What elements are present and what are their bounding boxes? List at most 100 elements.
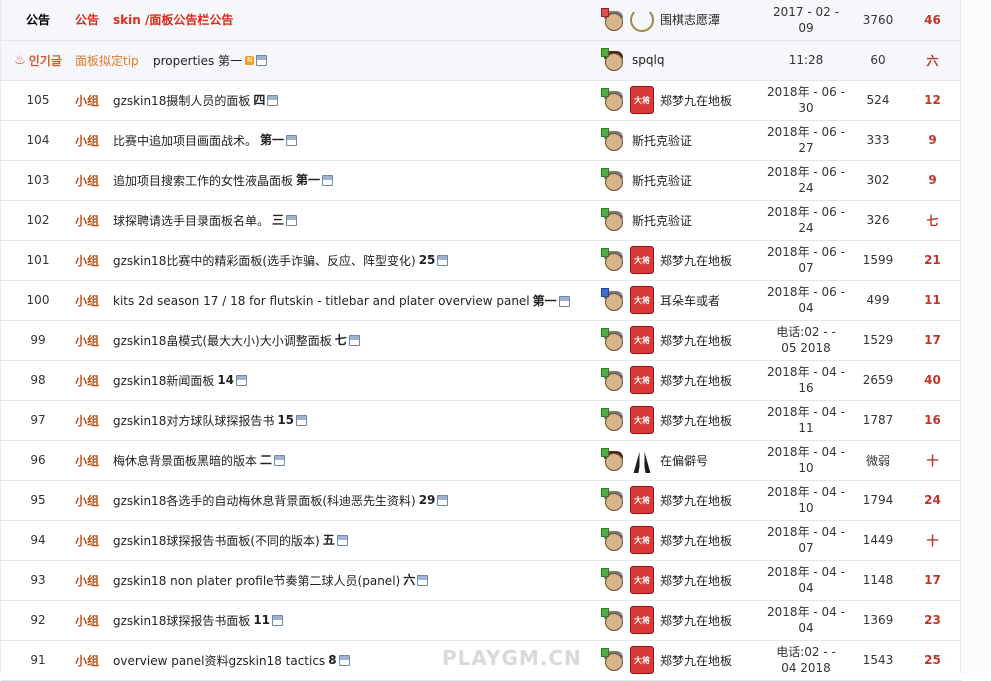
post-date-line2: 07 xyxy=(798,541,814,555)
post-title-link[interactable]: gzskin18对方球队球探报告书 xyxy=(113,412,274,429)
post-title-link[interactable]: kits 2d season 17 / 18 for flutskin - ti… xyxy=(113,294,530,308)
post-reply-count: 8 xyxy=(328,652,337,667)
comment-count: 17 xyxy=(924,333,941,347)
hot-title-link[interactable]: properties 第一 xyxy=(153,52,242,69)
post-row[interactable]: 94 小组 gzskin18球探报告书面板(不同的版本) 五 大将 郑梦九在地板 2018年… xyxy=(1,520,961,560)
post-number: 102 xyxy=(26,213,50,227)
author-name[interactable]: 郑梦九在地板 xyxy=(660,332,732,349)
post-title-link[interactable]: gzskin18比赛中的精彩面板(选手诈骗、反应、阵型变化) xyxy=(113,252,416,269)
author-name[interactable]: 郑梦九在地板 xyxy=(660,492,732,509)
author-name[interactable]: 斯托克验证 xyxy=(632,212,692,229)
watermark: PLAYGM.CN xyxy=(442,646,582,670)
author-name[interactable]: 斯托克验证 xyxy=(632,132,692,149)
comment-count: 11 xyxy=(924,293,941,307)
post-row[interactable]: 98 小组 gzskin18新闻面板 14 大将 郑梦九在地板 2018年 - 04 - 16… xyxy=(1,360,961,400)
post-title-link[interactable]: overview panel资料gzskin18 tactics xyxy=(113,652,325,669)
rank-badge-icon: 大将 xyxy=(630,406,654,434)
author-name[interactable]: 在偏僻号 xyxy=(660,452,708,469)
rank-badge-icon: 大将 xyxy=(630,646,654,674)
post-row[interactable]: 92 小组 gzskin18球探报告书面板 11 大将 郑梦九在地板 2018年 - 04 … xyxy=(1,600,961,640)
view-count: 499 xyxy=(866,293,890,307)
level-avatar-icon xyxy=(601,48,626,72)
post-title-link[interactable]: gzskin18畠模式(最大大小)大小调整面板 xyxy=(113,332,332,349)
post-date: 2018年 - 04 - xyxy=(767,605,845,619)
post-title-link[interactable]: 追加项目搜索工作的女性液晶面板 xyxy=(113,172,293,189)
post-title-link[interactable]: 梅休息背景面板黑暗的版本 xyxy=(113,452,257,469)
post-category: 小组 xyxy=(75,413,100,428)
rank-badge-icon: 大将 xyxy=(630,606,654,634)
post-date: 电话:02 - - xyxy=(776,645,836,659)
post-category: 小组 xyxy=(75,653,100,668)
post-category: 小组 xyxy=(75,613,100,628)
post-reply-count: 二 xyxy=(260,453,273,467)
post-date-line2: 05 2018 xyxy=(781,341,831,355)
post-title-link[interactable]: gzskin18球探报告书面板 xyxy=(113,612,250,629)
view-count: 524 xyxy=(866,93,890,107)
post-reply-count: 第一 xyxy=(260,133,285,147)
view-count: 60 xyxy=(870,53,886,67)
post-row[interactable]: 104 小组 比赛中追加项目画面战术。 第一 斯托克验证 2018年 - 06 - 27 33… xyxy=(1,120,961,160)
author-name[interactable]: 郑梦九在地板 xyxy=(660,92,732,109)
file-icon xyxy=(338,654,350,666)
view-count: 1794 xyxy=(862,493,894,507)
post-row[interactable]: 105 小组 gzskin18摄制人员的面板四 大将 郑梦九在地板 2018年 - 06 … xyxy=(1,80,961,120)
post-title-link[interactable]: gzskin18各选手的自动梅休息背景面板(科迪恶先生资料) xyxy=(113,492,416,509)
author-name[interactable]: 耳朵车或者 xyxy=(660,292,720,309)
rank-badge-icon: 大将 xyxy=(630,566,654,594)
view-count: 微弱 xyxy=(865,453,890,468)
post-title-link[interactable]: 比赛中追加项目画面战术。 xyxy=(113,132,257,149)
level-avatar-icon xyxy=(601,7,626,32)
notice-category: 公告 xyxy=(75,13,100,28)
legs-avatar-icon xyxy=(633,447,651,473)
view-count: 2659 xyxy=(862,373,894,387)
author-name[interactable]: 郑梦九在地板 xyxy=(660,612,732,629)
post-number: 104 xyxy=(26,133,50,147)
comment-count: 21 xyxy=(924,253,941,267)
post-row[interactable]: 93 小组 gzskin18 non plater profile节奏第二球人员(p… xyxy=(1,560,961,600)
post-row[interactable]: 101 小组 gzskin18比赛中的精彩面板(选手诈骗、反应、阵型变化) 25 大将郑… xyxy=(1,240,961,280)
author-name[interactable]: 围棋志愿潭 xyxy=(660,11,720,28)
post-title-link[interactable]: gzskin18球探报告书面板(不同的版本) xyxy=(113,532,320,549)
notice-row[interactable]: 公告 公告 skin /面板公告栏公告 围棋志愿潭 2017 - 02 -09 … xyxy=(1,0,961,40)
post-date: 2018年 - 06 - xyxy=(767,245,845,259)
author-name[interactable]: 郑梦九在地板 xyxy=(660,372,732,389)
view-count: 1787 xyxy=(862,413,894,427)
scrollbar[interactable] xyxy=(960,0,991,673)
post-date-line2: 24 xyxy=(798,181,814,195)
post-row[interactable]: 97 小组 gzskin18对方球队球探报告书 15 大将 郑梦九在地板 2018年 - 0… xyxy=(1,400,961,440)
level-avatar-icon xyxy=(601,88,626,112)
level-avatar-icon xyxy=(601,328,626,352)
author-name[interactable]: 郑梦九在地板 xyxy=(660,252,732,269)
hot-row[interactable]: ♨ 인기글 面板拟定tip properties 第一 N spqlq 11:28 … xyxy=(1,40,961,80)
notice-title-link[interactable]: skin /面板公告栏公告 xyxy=(113,11,233,28)
post-title-link[interactable]: gzskin18摄制人员的面板 xyxy=(113,92,250,109)
post-title-link[interactable]: gzskin18 non plater profile节奏第二球人员(panel… xyxy=(113,572,400,589)
post-row[interactable]: 95 小组 gzskin18各选手的自动梅休息背景面板(科迪恶先生资料) 29 大将 郑梦… xyxy=(1,480,961,520)
level-avatar-icon xyxy=(601,248,626,272)
author-name[interactable]: 郑梦九在地板 xyxy=(660,652,732,669)
post-row[interactable]: 96 小组 梅休息背景面板黑暗的版本二 在偏僻号 2018年 - 04 - 10 微弱 十 xyxy=(1,440,961,480)
author-name[interactable]: 郑梦九在地板 xyxy=(660,572,732,589)
author-name[interactable]: 郑梦九在地板 xyxy=(660,532,732,549)
post-row[interactable]: 102 小组 球探聘请选手目录面板名单。三 斯托克验证 2018年 - 06 - 24 32… xyxy=(1,200,961,240)
post-reply-count: 六 xyxy=(403,573,416,587)
post-title-link[interactable]: gzskin18新闻面板 xyxy=(113,372,214,389)
post-row[interactable]: 103 小组 追加项目搜索工作的女性液晶面板 第一 斯托克验证 2018年 - 06 - 2… xyxy=(1,160,961,200)
author-name[interactable]: 郑梦九在地板 xyxy=(660,412,732,429)
post-title-link[interactable]: 球探聘请选手目录面板名单。 xyxy=(113,212,269,229)
comment-count: 9 xyxy=(928,133,937,147)
comment-count: 17 xyxy=(924,573,941,587)
post-date: 2018年 - 06 - xyxy=(767,205,845,219)
hot-category: 面板拟定tip xyxy=(75,53,139,68)
post-row[interactable]: 100 小组 kits 2d season 17 / 18 for flutskin… xyxy=(1,280,961,320)
comment-count: 25 xyxy=(924,653,941,667)
author-name[interactable]: spqlq xyxy=(632,53,664,67)
author-name[interactable]: 斯托克验证 xyxy=(632,172,692,189)
post-row[interactable]: 99 小组 gzskin18畠模式(最大大小)大小调整面板七 大将 郑梦九在地板 电话:0… xyxy=(1,320,961,360)
hot-label: 인기글 xyxy=(28,53,62,68)
notice-num: 公告 xyxy=(25,13,50,28)
post-date: 2018年 - 04 - xyxy=(767,525,845,539)
post-number: 91 xyxy=(30,653,46,667)
fire-icon: ♨ xyxy=(14,52,26,68)
file-icon xyxy=(274,455,286,466)
